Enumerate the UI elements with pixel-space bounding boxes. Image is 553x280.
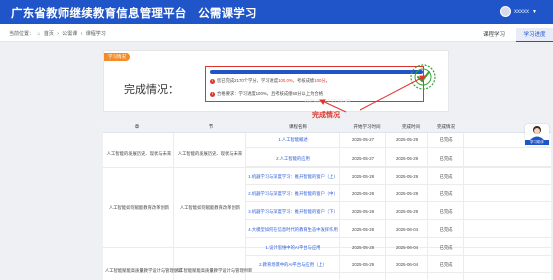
tab-study-progress[interactable]: 学习进度 <box>516 28 553 42</box>
top-bar: 广东省教师继续教育信息管理平台 公需课学习 xxxxx ▼ <box>0 0 553 24</box>
end-date-cell: 2025-06-04 <box>396 245 418 250</box>
study-assistant-button[interactable]: 学习助手 <box>525 124 549 146</box>
status-cell: 已完成 <box>439 262 453 267</box>
col-chapter: 章 <box>134 124 140 129</box>
end-date-cell: 2025-06-04 <box>396 227 418 232</box>
avatar[interactable] <box>500 6 512 17</box>
start-date-cell: 2025-05-29 <box>352 262 374 267</box>
section-cell: 人工智能的发展历史、现状与未来 <box>177 151 243 156</box>
breadcrumb-prefix: 当前位置： <box>9 31 35 37</box>
col-start: 开始学习时间 <box>353 124 381 129</box>
requirement-line: ! 合格要求：学习进度100%，且考核成绩60分以上为合格 <box>210 91 323 97</box>
table-header: 章 节 课程名称 开始学习时间 完成时间 完成情况 <box>103 121 551 133</box>
tab-course-study[interactable]: 课程学习 <box>474 28 514 42</box>
col-course: 课程名称 <box>289 124 307 129</box>
chevron-down-icon[interactable]: ▼ <box>532 9 537 15</box>
breadcrumb-separator: › <box>57 31 59 37</box>
requirement-text: 合格要求：学习进度100%，且考核成绩60分以上为合格 <box>217 91 324 96</box>
col-section: 节 <box>208 124 214 129</box>
page: 广东省教师继续教育信息管理平台 公需课学习 xxxxx ▼ 当前位置： ⌂ 首页… <box>0 0 553 280</box>
completion-annotation: 完成情况 <box>312 112 340 119</box>
end-date-cell: 2025-05-29 <box>396 156 418 161</box>
course-link[interactable]: 2.人工智能的应用 <box>247 156 339 162</box>
start-date-cell: 2025-05-28 <box>352 209 374 214</box>
course-link[interactable]: 2.机器学习与深度学习：推开智能的窗户（中） <box>247 191 339 197</box>
start-date-cell: 2025-05-28 <box>352 174 374 179</box>
passed-seal-icon <box>410 64 436 90</box>
status-cell: 已完成 <box>439 227 453 232</box>
breadcrumb-public-course[interactable]: 公需课 <box>62 31 77 37</box>
study-status-ribbon: 学习情况 <box>104 53 130 61</box>
alert-icon: ! <box>210 91 215 97</box>
breadcrumb-separator: › <box>80 31 83 37</box>
alert-icon: ! <box>210 78 215 84</box>
chapter-cell: 人工智能的发展历史、现状与未来 <box>106 151 172 156</box>
course-link[interactable]: 4.大模型如何在信息时代的教育生态中发挥作用 <box>247 227 339 233</box>
user-menu[interactable]: xxxxx ▼ <box>500 6 537 17</box>
status-cell: 已完成 <box>439 156 453 161</box>
end-date-cell: 2025-05-29 <box>396 137 418 142</box>
status-cell: 已完成 <box>439 174 453 179</box>
section-cell: 人工智能如何赋能教育改革创新 <box>179 205 241 210</box>
chapter-cell: 人工智能如何赋能教育改革创新 <box>108 205 170 210</box>
home-icon: ⌂ <box>37 31 41 37</box>
completion-summary-card: 学习情况 完成情况： ! 您已完成2170个学分，学习进度100.0%，考核成绩… <box>103 50 449 112</box>
timestamp-watermark: 2025-06-13 21:06:49 <box>304 99 351 105</box>
progress-bar-fill <box>210 70 423 74</box>
course-link[interactable]: 1.机器学习与深度学习：推开智能的窗户（上） <box>247 174 339 180</box>
assistant-label: 学习助手 <box>525 140 549 145</box>
status-cell: 已完成 <box>439 137 453 142</box>
course-progress-table: 章 节 课程名称 开始学习时间 完成时间 完成情况 人工智能的发展历史、现状与未… <box>103 121 551 280</box>
progress-percent: 100.0% <box>278 78 293 83</box>
completion-label: 完成情况： <box>124 84 179 96</box>
nav-bar: 当前位置： ⌂ 首页 › 公需课 › 课程学习 课程学习 学习进度 <box>0 24 553 42</box>
assistant-avatar-icon <box>530 126 544 140</box>
course-link[interactable]: 1.人工智能概述 <box>247 137 339 143</box>
start-date-cell: 2025-05-28 <box>352 191 374 196</box>
chapter-cell: 人工智能赋能高质量教学设计与管理创新 <box>105 268 183 273</box>
platform-title: 广东省教师继续教育信息管理平台 公需课学习 <box>11 8 257 20</box>
start-date-cell: 2025-05-28 <box>352 245 374 250</box>
progress-line: ! 您已完成2170个学分，学习进度100.0%，考核成绩100分。 <box>210 78 330 84</box>
section-cell: 人工智能赋能高质量教学设计与管理创新 <box>175 268 253 273</box>
status-cell: 已完成 <box>439 245 453 250</box>
breadcrumb: 当前位置： ⌂ 首页 › 公需课 › 课程学习 <box>9 30 108 37</box>
start-date-cell: 2025-05-27 <box>352 137 374 142</box>
col-end: 完成时间 <box>402 124 420 129</box>
completion-info-box: ! 您已完成2170个学分，学习进度100.0%，考核成绩100分。 ! 合格要… <box>205 66 424 102</box>
col-status: 完成情况 <box>437 124 455 129</box>
end-date-cell: 2025-06-04 <box>396 262 418 267</box>
end-date-cell: 2025-05-29 <box>396 209 418 214</box>
course-link[interactable]: 2.教育场景中的AI平台与应用（上） <box>247 262 339 268</box>
end-date-cell: 2025-05-29 <box>396 174 418 179</box>
username[interactable]: xxxxx <box>514 9 529 15</box>
start-date-cell: 2025-05-28 <box>352 227 374 232</box>
breadcrumb-current: 课程学习 <box>85 31 106 37</box>
progress-bar <box>210 70 423 74</box>
course-link[interactable]: 3.机器学习与深度学习：推开智能的窗户（下） <box>247 209 339 215</box>
end-date-cell: 2025-05-29 <box>396 191 418 196</box>
exam-score: 100分 <box>314 78 326 83</box>
status-cell: 已完成 <box>439 191 453 196</box>
start-date-cell: 2025-05-27 <box>352 156 374 161</box>
course-link[interactable]: 1.设计思维中的AI平台与应用 <box>247 245 339 251</box>
status-cell: 已完成 <box>439 209 453 214</box>
breadcrumb-home[interactable]: 首页 <box>44 31 54 37</box>
